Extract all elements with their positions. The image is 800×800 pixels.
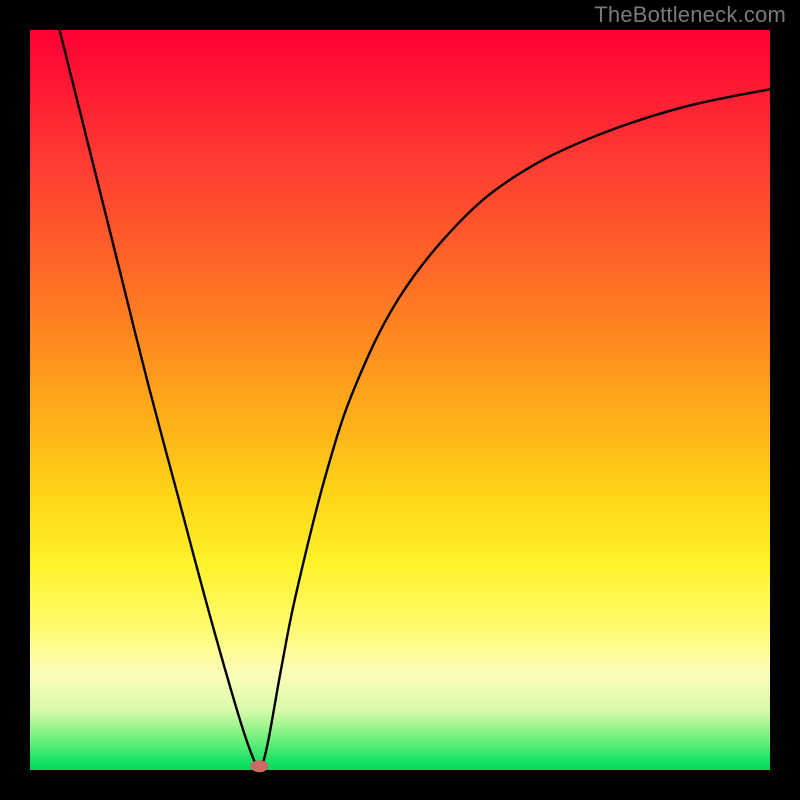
bottleneck-curve bbox=[60, 30, 770, 767]
minimum-marker bbox=[250, 760, 268, 772]
plot-area bbox=[30, 30, 770, 770]
curve-svg bbox=[30, 30, 770, 770]
watermark-text: TheBottleneck.com bbox=[594, 2, 786, 28]
chart-frame: TheBottleneck.com bbox=[0, 0, 800, 800]
